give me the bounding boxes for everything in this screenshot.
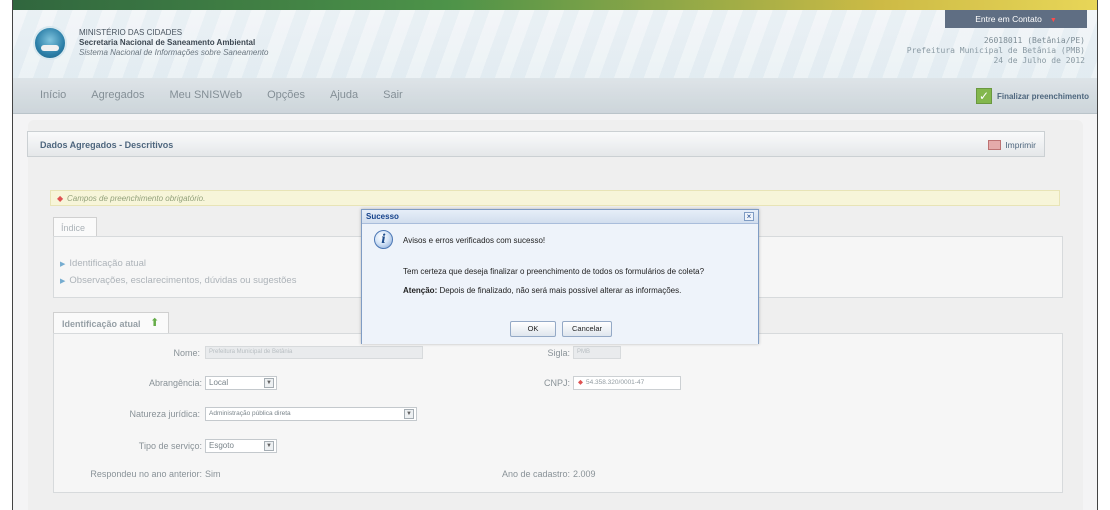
user-info: 26018011 (Betânia/PE) Prefeitura Municip… [907,36,1085,66]
org-line-1: MINISTÉRIO DAS CIDADES [79,28,183,37]
org-line-2: Secretaria Nacional de Saneamento Ambien… [79,38,256,47]
organization-name: MINISTÉRIO DAS CIDADES Secretaria Nacion… [79,28,268,58]
dialog-message-2: Tem certeza que deseja finalizar o preen… [403,267,705,276]
dialog-message-3: Atenção: Depois de finalizado, não será … [403,286,681,295]
dialog-body: i Avisos e erros verificados com sucesso… [362,224,758,344]
user-org: Prefeitura Municipal de Betânia (PMB) [906,46,1085,55]
dialog-warning-bold: Atenção: [403,286,438,295]
contact-button-label: Entre em Contato [975,14,1042,24]
ok-button[interactable]: OK [510,321,556,337]
dialog-title: Sucesso [366,212,399,221]
dialog-warning-text: Depois de finalizado, não será mais poss… [437,286,682,295]
info-icon: i [374,230,393,249]
success-dialog: Sucesso × i Avisos e erros verificados c… [361,209,759,344]
arrow-down-icon: ▼ [1049,17,1057,24]
org-line-3: Sistema Nacional de Informações sobre Sa… [79,48,269,57]
user-id: 26018011 (Betânia/PE) [983,36,1085,45]
close-icon[interactable]: × [744,212,754,221]
dialog-title-bar: Sucesso × [362,210,758,224]
current-date: 24 de Julho de 2012 [993,56,1085,65]
dialog-message-1: Avisos e erros verificados com sucesso! [403,236,546,245]
contact-button[interactable]: Entre em Contato ▼ [945,10,1087,28]
ministry-logo [33,26,67,60]
cancel-button[interactable]: Cancelar [562,321,612,337]
